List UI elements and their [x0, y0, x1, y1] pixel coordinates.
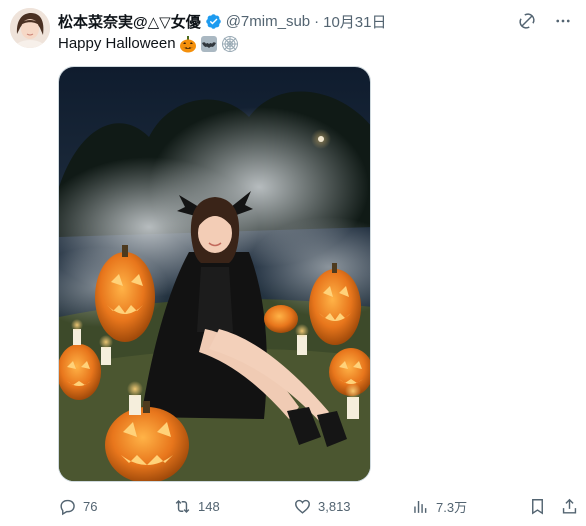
- avatar-image: [10, 8, 50, 48]
- views-icon: [414, 500, 427, 513]
- author-name[interactable]: 松本菜奈実@△▽女優: [58, 11, 201, 32]
- tweet-date[interactable]: 10月31日: [323, 11, 386, 32]
- bat-icon: [200, 35, 218, 53]
- retweet-button[interactable]: 148: [173, 497, 220, 516]
- retweet-count: 148: [198, 498, 220, 514]
- verified-badge-icon: [205, 13, 222, 30]
- tweet-photo[interactable]: [58, 66, 371, 482]
- more-icon[interactable]: [552, 10, 574, 32]
- tweet-text: Happy Halloween: [58, 34, 239, 54]
- tweet-header: 松本菜奈実@△▽女優 @7mim_sub · 10月31日: [58, 10, 574, 32]
- heart-icon: [295, 499, 310, 514]
- retweet-icon: [175, 499, 190, 513]
- views-count: 7.3万: [436, 499, 468, 515]
- tweet-body: Happy Halloween: [58, 35, 176, 52]
- reply-icon: [60, 499, 75, 515]
- jack-o-lantern-icon: [179, 35, 197, 53]
- bookmark-icon: [532, 498, 543, 515]
- spider-web-icon: [221, 35, 239, 53]
- reply-count: 76: [83, 498, 98, 514]
- header-actions: [516, 10, 574, 32]
- like-button[interactable]: 3,813: [293, 497, 351, 516]
- bookmark-button[interactable]: [528, 497, 547, 516]
- photo-halloween: [59, 67, 370, 481]
- share-icon: [562, 498, 577, 514]
- separator-dot: ·: [314, 12, 320, 30]
- reply-button[interactable]: 76: [58, 497, 97, 516]
- like-count: 3,813: [318, 498, 351, 514]
- author-handle[interactable]: @7mim_sub: [226, 13, 310, 30]
- views-button[interactable]: 7.3万: [411, 497, 467, 516]
- share-button[interactable]: [560, 497, 579, 516]
- action-bar: 76 148 3,813 7.3万: [58, 494, 577, 518]
- avatar[interactable]: [10, 8, 50, 48]
- grok-icon[interactable]: [516, 10, 538, 32]
